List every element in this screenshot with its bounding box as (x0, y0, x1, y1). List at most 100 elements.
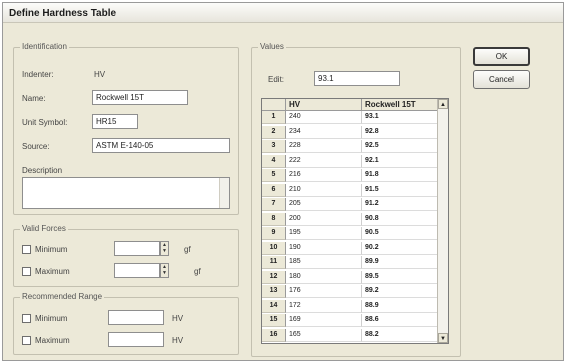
max-force-checkbox[interactable] (22, 267, 31, 276)
row-number[interactable]: 10 (262, 241, 286, 255)
hv-cell[interactable]: 228 (286, 140, 362, 153)
hv-cell[interactable]: 195 (286, 227, 362, 240)
name-field[interactable] (92, 90, 188, 105)
rockwell-cell[interactable]: 91.5 (362, 184, 438, 197)
table-row[interactable]: 2 234 92.8 (262, 125, 448, 139)
row-number[interactable]: 7 (262, 198, 286, 211)
table-row[interactable]: 7 205 91.2 (262, 198, 448, 211)
rockwell-cell[interactable]: 93.1 (362, 111, 438, 124)
row-number[interactable]: 1 (262, 111, 286, 124)
hv-cell[interactable]: 172 (286, 299, 362, 313)
source-field[interactable] (92, 138, 230, 153)
hv-cell[interactable]: 169 (286, 314, 362, 327)
min-force-spinner[interactable]: ▲ ▼ (160, 241, 169, 256)
corner-cell (262, 99, 286, 111)
hardness-table[interactable]: HV Rockwell 15T 1 240 93.1 2 234 92.8 3 228 92.5… (261, 98, 449, 344)
table-row[interactable]: 3 228 92.5 (262, 140, 448, 153)
hv-cell[interactable]: 190 (286, 241, 362, 255)
table-row[interactable]: 13 176 89.2 (262, 285, 448, 298)
description-scrollbar[interactable] (219, 178, 229, 208)
rockwell-cell[interactable]: 91.8 (362, 169, 438, 182)
scroll-down-icon[interactable]: ▼ (438, 333, 448, 343)
hv-cell[interactable]: 240 (286, 111, 362, 124)
column-header-hv[interactable]: HV (286, 99, 362, 111)
ok-button[interactable]: OK (473, 47, 530, 66)
row-number[interactable]: 15 (262, 314, 286, 327)
hv-cell[interactable]: 234 (286, 125, 362, 139)
row-number[interactable]: 8 (262, 212, 286, 226)
table-row[interactable]: 16 165 88.2 (262, 328, 448, 342)
unit-symbol-field[interactable] (92, 114, 138, 129)
hv-cell[interactable]: 176 (286, 285, 362, 298)
hv-cell[interactable]: 222 (286, 154, 362, 168)
column-header-rockwell[interactable]: Rockwell 15T (362, 99, 438, 111)
row-number[interactable]: 4 (262, 154, 286, 168)
table-row[interactable]: 8 200 90.8 (262, 212, 448, 226)
max-range-input[interactable] (108, 332, 164, 347)
max-force-input[interactable] (114, 263, 160, 278)
row-number[interactable]: 5 (262, 169, 286, 182)
rockwell-cell[interactable]: 88.2 (362, 329, 438, 342)
row-number[interactable]: 2 (262, 125, 286, 139)
hv-cell[interactable]: 165 (286, 328, 362, 342)
source-label: Source: (22, 142, 50, 151)
rockwell-cell[interactable]: 90.5 (362, 227, 438, 240)
rockwell-cell[interactable]: 88.9 (362, 300, 438, 313)
max-force-spinner[interactable]: ▲ ▼ (160, 263, 169, 278)
hv-cell[interactable]: 216 (286, 169, 362, 182)
min-range-checkbox[interactable] (22, 314, 31, 323)
rockwell-cell[interactable]: 90.8 (362, 213, 438, 226)
row-number[interactable]: 9 (262, 227, 286, 240)
rockwell-cell[interactable]: 91.2 (362, 198, 438, 211)
row-number[interactable]: 6 (262, 183, 286, 197)
min-range-input[interactable] (108, 310, 164, 325)
identification-legend: Identification (20, 42, 69, 51)
table-header: HV Rockwell 15T (262, 99, 448, 111)
min-force-checkbox[interactable] (22, 245, 31, 254)
table-row[interactable]: 5 216 91.8 (262, 169, 448, 182)
table-row[interactable]: 10 190 90.2 (262, 241, 448, 255)
hv-cell[interactable]: 185 (286, 256, 362, 269)
max-range-label: Maximum (35, 336, 70, 345)
table-row[interactable]: 11 185 89.9 (262, 256, 448, 269)
rockwell-cell[interactable]: 88.6 (362, 314, 438, 327)
max-range-checkbox[interactable] (22, 336, 31, 345)
table-row[interactable]: 14 172 88.9 (262, 299, 448, 313)
cancel-button[interactable]: Cancel (473, 70, 530, 89)
row-number[interactable]: 16 (262, 328, 286, 342)
table-row[interactable]: 4 222 92.1 (262, 154, 448, 168)
spin-down-icon[interactable]: ▼ (161, 248, 168, 254)
table-row[interactable]: 9 195 90.5 (262, 227, 448, 240)
hv-cell[interactable]: 210 (286, 183, 362, 197)
min-force-input[interactable] (114, 241, 160, 256)
hv-cell[interactable]: 205 (286, 198, 362, 211)
table-row[interactable]: 12 180 89.5 (262, 270, 448, 284)
row-number[interactable]: 3 (262, 140, 286, 153)
rockwell-cell[interactable]: 89.2 (362, 285, 438, 298)
rockwell-cell[interactable]: 92.5 (362, 140, 438, 153)
max-force-unit: gf (194, 267, 201, 276)
table-scrollbar[interactable]: ▲ ▼ (437, 99, 448, 343)
rockwell-cell[interactable]: 89.9 (362, 256, 438, 269)
rockwell-cell[interactable]: 92.1 (362, 155, 438, 168)
indenter-value: HV (94, 70, 106, 79)
title-bar[interactable]: Define Hardness Table (3, 3, 563, 23)
row-number[interactable]: 12 (262, 270, 286, 284)
hv-cell[interactable]: 200 (286, 212, 362, 226)
description-textarea[interactable] (22, 177, 230, 209)
edit-field[interactable] (314, 71, 400, 86)
row-number[interactable]: 13 (262, 285, 286, 298)
spin-down-icon[interactable]: ▼ (161, 270, 168, 276)
table-row[interactable]: 1 240 93.1 (262, 111, 448, 124)
row-number[interactable]: 14 (262, 299, 286, 313)
valid-forces-group: Valid Forces Minimum ▲ ▼ gf Maximum ▲ ▼ gf (13, 224, 239, 287)
table-row[interactable]: 6 210 91.5 (262, 183, 448, 197)
table-row[interactable]: 15 169 88.6 (262, 314, 448, 327)
min-range-unit: HV (172, 314, 184, 323)
hv-cell[interactable]: 180 (286, 270, 362, 284)
rockwell-cell[interactable]: 90.2 (362, 242, 438, 255)
rockwell-cell[interactable]: 92.8 (362, 126, 438, 139)
rockwell-cell[interactable]: 89.5 (362, 271, 438, 284)
row-number[interactable]: 11 (262, 256, 286, 269)
scroll-up-icon[interactable]: ▲ (438, 99, 448, 109)
